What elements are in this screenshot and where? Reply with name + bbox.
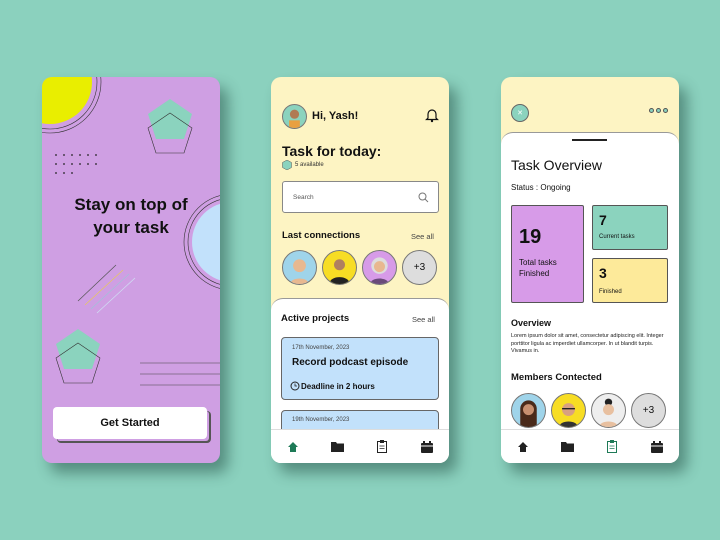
project-title: Record podcast episode <box>292 357 409 368</box>
overview-sheet: Task Overview Status : Ongoing 19 Total … <box>501 132 679 463</box>
see-all-link[interactable]: See all <box>411 232 434 241</box>
calendar-icon[interactable] <box>419 439 435 455</box>
bottom-nav <box>271 429 449 463</box>
drag-handle[interactable] <box>572 139 607 141</box>
task-overview-screen: ✕ Task Overview Status : Ongoing 19 Tota… <box>501 77 679 463</box>
project-card[interactable]: 17th November, 2023 Record podcast episo… <box>281 337 439 400</box>
clock-icon <box>290 381 300 391</box>
bottom-nav <box>501 429 679 463</box>
search-input[interactable]: Search <box>282 181 439 213</box>
overview-text: Lorem ipsum dolor sit amet, consectetur … <box>511 333 664 354</box>
total-tasks-card[interactable]: 19 Total tasks Finished <box>511 205 584 303</box>
connection-avatar[interactable] <box>362 250 397 285</box>
clipboard-icon[interactable] <box>374 439 390 455</box>
more-options-button[interactable] <box>649 108 668 113</box>
clipboard-icon[interactable] <box>604 439 620 455</box>
connection-avatar[interactable] <box>282 250 317 285</box>
connection-avatar[interactable] <box>322 250 357 285</box>
status: Status : Ongoing <box>511 183 571 192</box>
last-connections-heading: Last connections <box>282 230 361 241</box>
dot-icon <box>649 108 654 113</box>
available-count: 5 available <box>295 162 324 168</box>
overview-title: Task Overview <box>511 157 603 173</box>
search-icon[interactable] <box>418 192 429 203</box>
more-connections[interactable]: +3 <box>402 250 437 285</box>
finished-card[interactable]: 3 Finished <box>592 258 668 303</box>
current-tasks-card[interactable]: 7 Current tasks <box>592 205 668 250</box>
hexagon-icon <box>282 160 292 170</box>
home-icon[interactable] <box>285 439 301 455</box>
see-all-link[interactable]: See all <box>412 315 435 324</box>
active-projects-heading: Active projects <box>281 313 350 324</box>
close-icon: ✕ <box>517 110 523 117</box>
members-heading: Members Contected <box>511 372 602 383</box>
dot-icon <box>656 108 661 113</box>
deadline: Deadline in 2 hours <box>301 382 375 391</box>
task-title: Task for today: <box>282 143 382 159</box>
folder-icon[interactable] <box>330 439 346 455</box>
greeting: Hi, Yash! <box>312 110 359 122</box>
more-members[interactable]: +3 <box>631 393 666 428</box>
calendar-icon[interactable] <box>649 439 665 455</box>
home-screen: Hi, Yash! Task for today: 5 available Se… <box>271 77 449 463</box>
close-button[interactable]: ✕ <box>511 104 529 122</box>
overview-heading: Overview <box>511 318 552 328</box>
member-avatar[interactable] <box>511 393 546 428</box>
decorative-shapes <box>42 77 220 386</box>
home-icon[interactable] <box>515 439 531 455</box>
member-avatar[interactable] <box>551 393 586 428</box>
headline: Stay on top of your task <box>74 195 188 237</box>
folder-icon[interactable] <box>560 439 576 455</box>
user-avatar[interactable] <box>282 104 307 129</box>
get-started-button[interactable]: Get Started <box>53 407 207 439</box>
welcome-screen: Stay on top of your task Get Started <box>42 77 220 463</box>
bell-icon[interactable] <box>425 107 439 123</box>
member-avatar[interactable] <box>591 393 626 428</box>
dot-icon <box>663 108 668 113</box>
